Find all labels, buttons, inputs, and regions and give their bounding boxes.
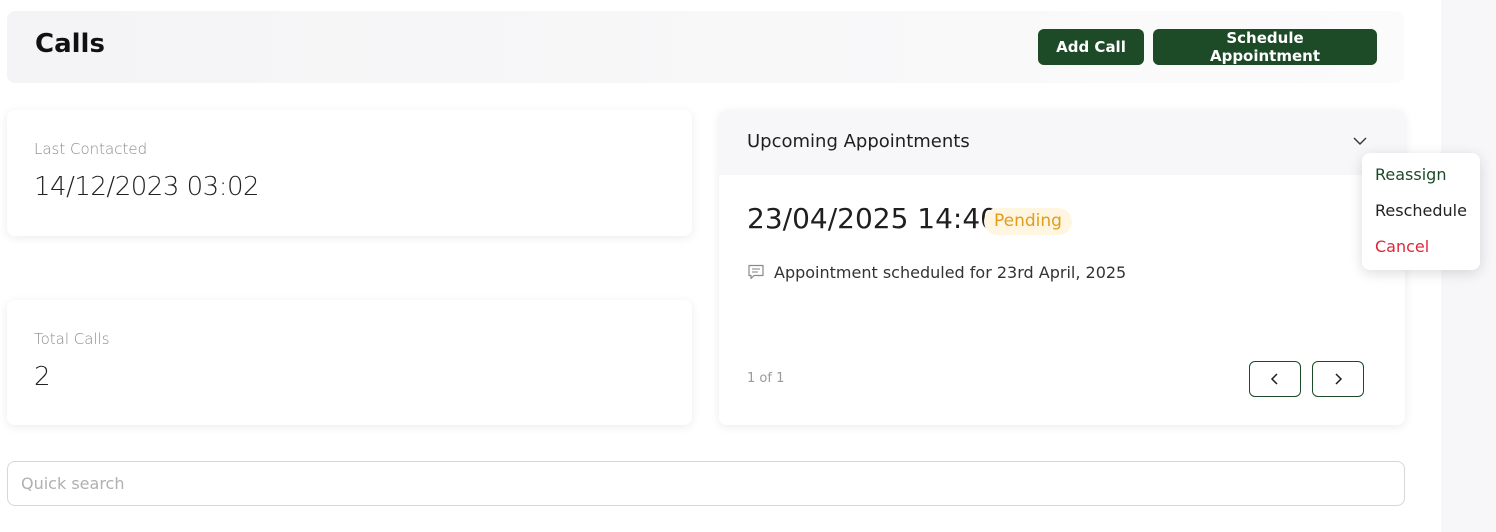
pager-text: 1 of 1 xyxy=(747,371,785,386)
upcoming-appointments-card: Upcoming Appointments 23/04/2025 14:40 P… xyxy=(719,110,1405,425)
schedule-appointment-button[interactable]: Schedule Appointment xyxy=(1153,29,1377,65)
appointment-actions-menu: Reassign Reschedule Cancel xyxy=(1362,153,1480,270)
previous-button[interactable] xyxy=(1249,361,1301,397)
menu-item-cancel[interactable]: Cancel xyxy=(1375,237,1429,256)
appointments-title: Upcoming Appointments xyxy=(747,131,970,152)
total-calls-label: Total Calls xyxy=(34,330,110,348)
chevron-left-icon xyxy=(1270,373,1278,385)
total-calls-card: Total Calls 2 xyxy=(7,300,692,425)
appointment-datetime: 23/04/2025 14:40 xyxy=(747,202,998,235)
next-button[interactable] xyxy=(1312,361,1364,397)
last-contacted-card: Last Contacted 14/12/2023 03:02 xyxy=(7,110,692,236)
message-icon xyxy=(748,264,764,280)
add-call-button[interactable]: Add Call xyxy=(1038,29,1144,65)
chevron-right-icon xyxy=(1335,373,1343,385)
page-header: Calls Add Call Schedule Appointment xyxy=(7,11,1404,83)
last-contacted-label: Last Contacted xyxy=(34,140,148,158)
status-badge: Pending xyxy=(984,208,1072,235)
quick-search-input[interactable] xyxy=(7,461,1405,506)
chevron-down-icon[interactable] xyxy=(1351,132,1369,150)
appointments-header: Upcoming Appointments xyxy=(719,110,1405,175)
appointment-note: Appointment scheduled for 23rd April, 20… xyxy=(774,263,1127,282)
last-contacted-value: 14/12/2023 03:02 xyxy=(34,172,260,202)
menu-item-reschedule[interactable]: Reschedule xyxy=(1375,201,1467,220)
page-title: Calls xyxy=(35,29,105,59)
menu-item-reassign[interactable]: Reassign xyxy=(1375,165,1446,184)
total-calls-value: 2 xyxy=(34,362,51,392)
